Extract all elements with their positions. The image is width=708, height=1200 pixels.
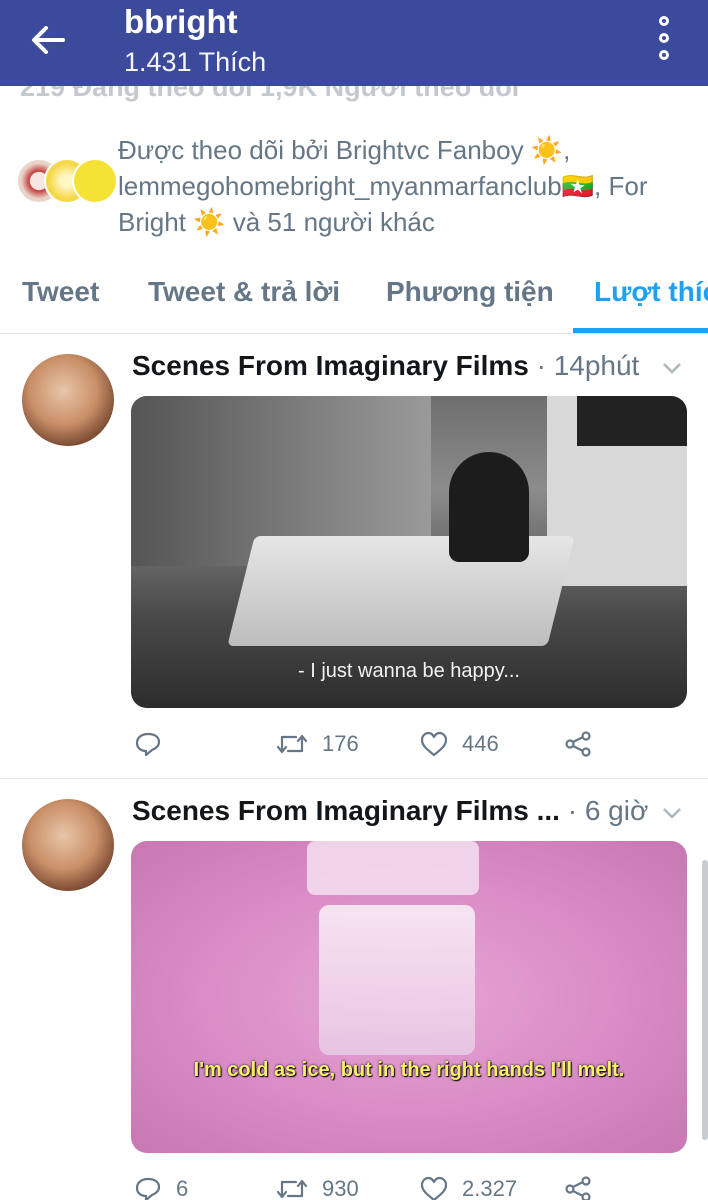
heart-icon: [420, 1176, 448, 1200]
share-button[interactable]: [564, 1169, 606, 1200]
tweet-image[interactable]: - I just wanna be happy...: [131, 396, 687, 708]
reply-count: 6: [176, 1176, 189, 1200]
like-count: 2.327: [462, 1176, 518, 1200]
tab-likes[interactable]: Lượt thích: [594, 276, 708, 308]
tweet-actions: 6 930 2.327: [132, 1169, 602, 1200]
avatar[interactable]: [22, 354, 114, 446]
scrollbar[interactable]: [702, 860, 708, 1140]
retweet-icon: [276, 1179, 308, 1199]
retweet-button[interactable]: 930: [276, 1169, 359, 1200]
follower-avatars: [16, 158, 118, 206]
tab-media[interactable]: Phương tiện: [386, 276, 554, 308]
like-button[interactable]: 446: [420, 724, 499, 764]
share-icon: [565, 1176, 591, 1200]
profile-tabs: Tweet Tweet & trả lời Phương tiện Lượt t…: [0, 262, 708, 334]
active-tab-indicator: [573, 328, 708, 333]
tweet-actions: 176 446: [132, 724, 602, 764]
likes-count: 1.431 Thích: [124, 47, 267, 77]
share-icon: [565, 731, 591, 757]
retweet-count: 176: [322, 731, 359, 756]
retweet-count: 930: [322, 1176, 359, 1200]
reply-button[interactable]: 6: [134, 1169, 188, 1200]
followed-by-text: Được theo dõi bởi Brightvc Fanboy ☀️, le…: [118, 135, 648, 237]
tweet-header: Scenes From Imaginary Films · 14phút: [132, 350, 639, 382]
author-name[interactable]: Scenes From Imaginary Films ...: [132, 795, 560, 826]
author-name[interactable]: Scenes From Imaginary Films: [132, 350, 529, 381]
like-button[interactable]: 2.327: [420, 1169, 517, 1200]
tweet-card[interactable]: Scenes From Imaginary Films ... · 6 giờ …: [0, 779, 708, 1200]
heart-icon: [420, 731, 448, 757]
avatar[interactable]: [22, 799, 114, 891]
image-subtitle: - I just wanna be happy...: [298, 660, 520, 682]
tweet-card[interactable]: Scenes From Imaginary Films · 14phút - I…: [0, 334, 708, 778]
retweet-icon: [276, 734, 308, 754]
profile-title: bbright: [124, 3, 238, 40]
tweet-image[interactable]: I'm cold as ice, but in the right hands …: [131, 841, 687, 1153]
tweet-time: · 14phút: [536, 350, 640, 381]
tab-tweets-replies[interactable]: Tweet & trả lời: [148, 276, 340, 308]
like-count: 446: [462, 731, 499, 756]
retweet-button[interactable]: 176: [276, 724, 359, 764]
reply-button[interactable]: [134, 724, 176, 764]
app-bar: bbright 1.431 Thích: [0, 0, 708, 86]
image-subtitle: I'm cold as ice, but in the right hands …: [193, 1059, 625, 1081]
reply-icon: [135, 1177, 161, 1200]
back-arrow-icon[interactable]: [28, 20, 68, 60]
avatar: [72, 158, 118, 204]
tweet-time: · 6 giờ: [567, 795, 649, 826]
tweet-header: Scenes From Imaginary Films ... · 6 giờ: [132, 795, 648, 827]
tab-tweets[interactable]: Tweet: [22, 276, 99, 308]
reply-icon: [135, 732, 161, 757]
chevron-down-icon[interactable]: [660, 356, 684, 380]
more-options-icon[interactable]: [652, 16, 676, 60]
share-button[interactable]: [564, 724, 606, 764]
chevron-down-icon[interactable]: [660, 801, 684, 825]
